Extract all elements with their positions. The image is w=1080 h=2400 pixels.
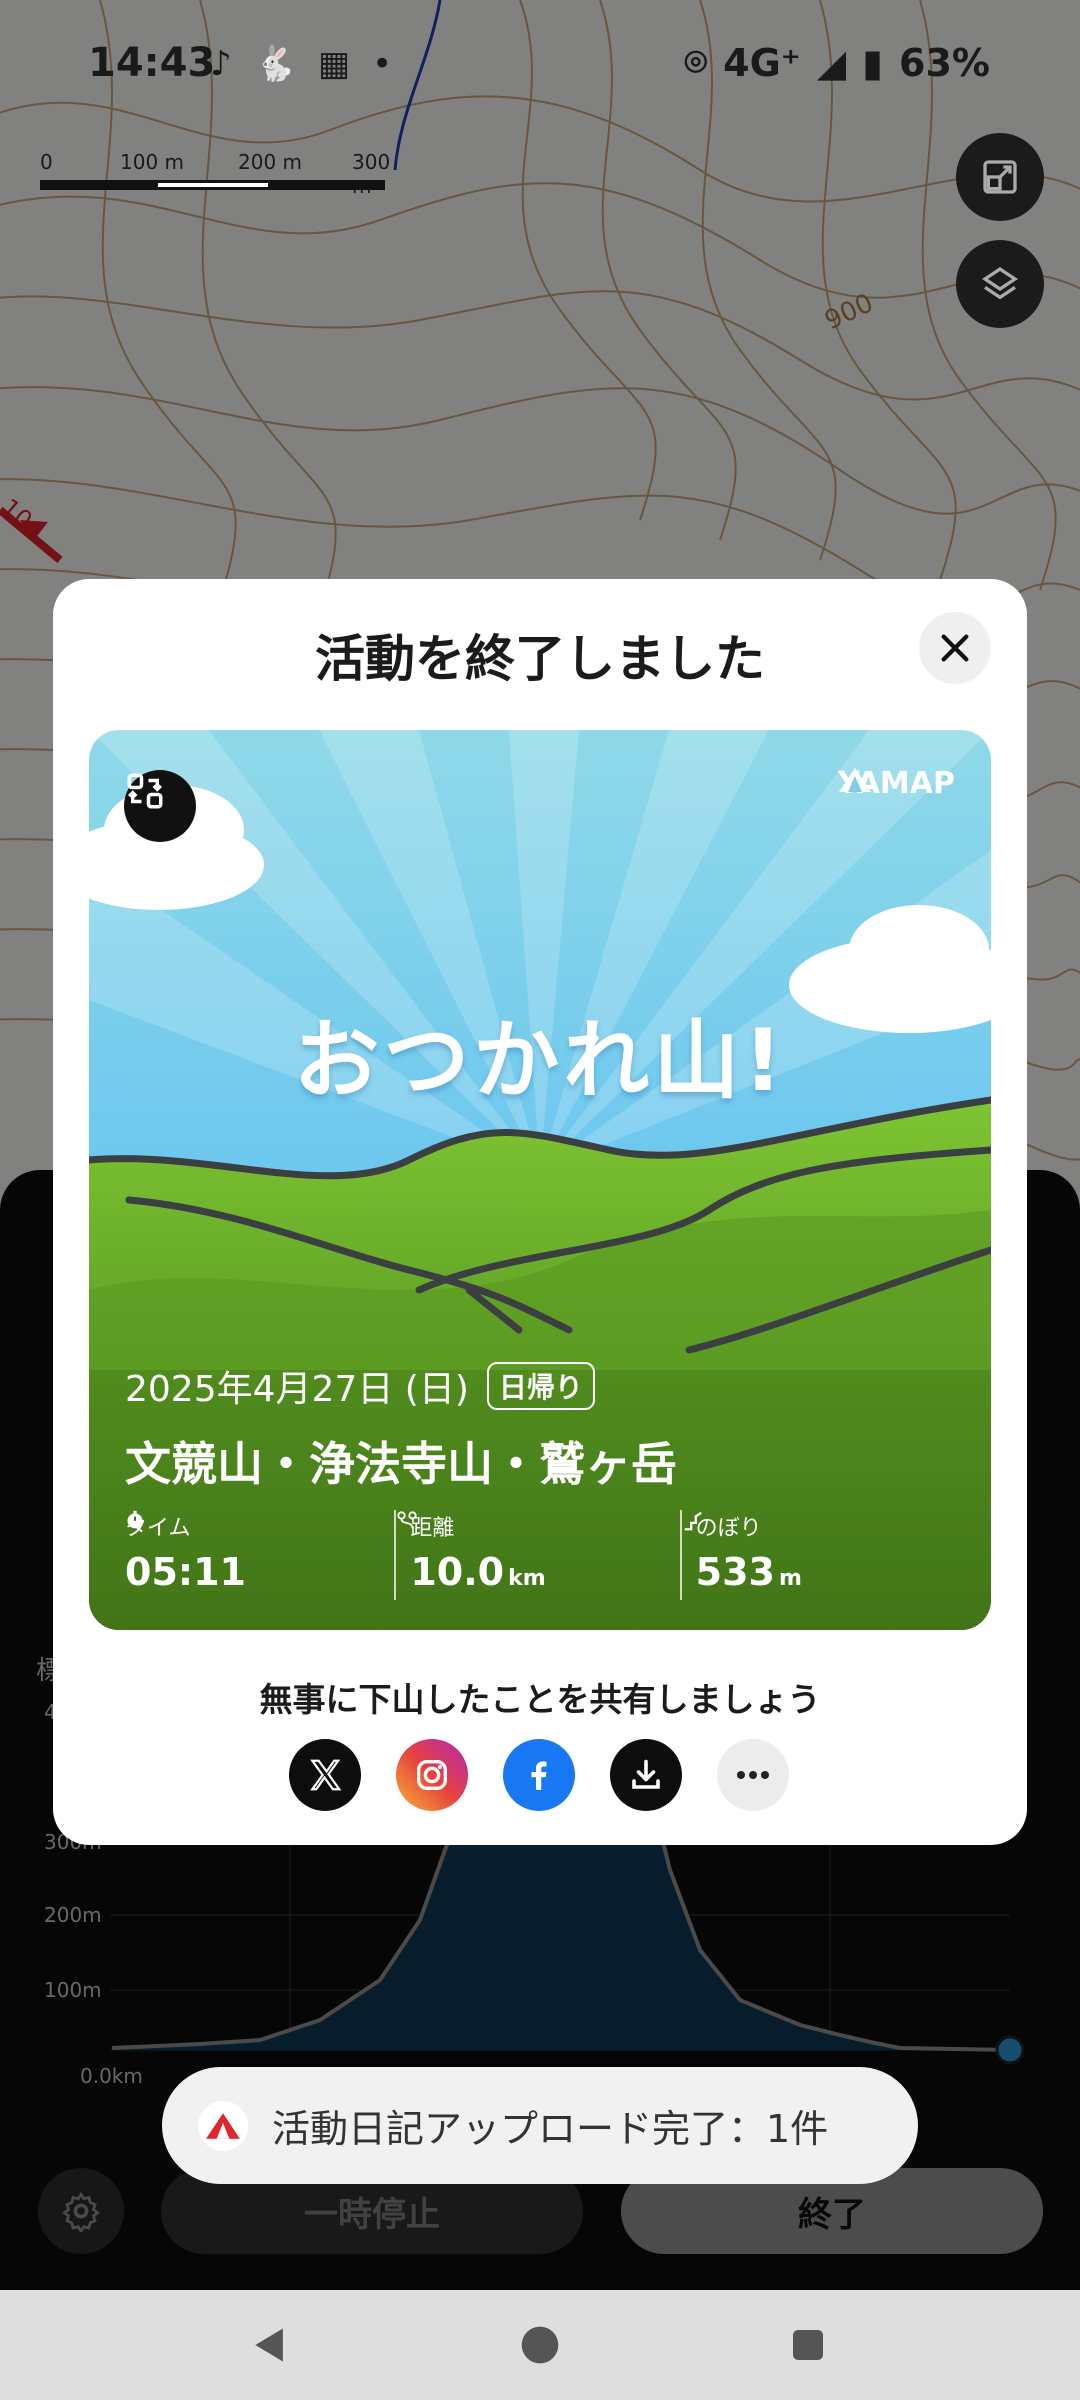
- more-dots-icon: [737, 1771, 769, 1779]
- ascent-icon: [684, 1511, 702, 1531]
- activity-finished-dialog: 活動を終了しました YAMAP おつかれ山! 2025年4月27日 (日) 日帰…: [53, 579, 1027, 1845]
- recents-square-icon: [793, 2330, 823, 2360]
- stat-distance-value: 10.0: [410, 1550, 505, 1594]
- stat-distance: 距離 10.0 km: [394, 1510, 679, 1600]
- status-right: ⌾ 4G⁺ ◢ ▮ 63%: [684, 40, 990, 85]
- back-triangle-icon: [255, 2328, 283, 2362]
- battery-percent: 63%: [899, 40, 990, 85]
- stat-time-value: 05:11: [125, 1550, 246, 1594]
- yamap-logo: YAMAP: [838, 766, 955, 801]
- yamap-app-icon: [198, 2100, 248, 2151]
- scale-label-100: 100 m: [120, 150, 185, 174]
- tiktok-icon: ♪: [210, 44, 232, 84]
- stat-distance-unit: km: [508, 1566, 546, 1591]
- scale-label-200: 200 m: [238, 150, 303, 174]
- activity-date: 2025年4月27日 (日): [125, 1369, 469, 1410]
- facebook-icon: [531, 1761, 547, 1790]
- scale-label-0: 0: [40, 150, 53, 174]
- map-expand-button[interactable]: [956, 133, 1044, 221]
- share-facebook-button[interactable]: [503, 1739, 575, 1811]
- expand-icon: [983, 160, 1017, 194]
- toast-message: 活動日記アップロード完了：1件: [272, 2107, 829, 2151]
- day-trip-badge: 日帰り: [486, 1362, 595, 1410]
- swap-icon: [127, 773, 163, 809]
- share-buttons: [289, 1739, 789, 1811]
- share-instagram-button[interactable]: [396, 1739, 468, 1811]
- scale-line: [40, 180, 385, 190]
- mountain-names: 文競山・浄法寺山・鷲ヶ岳: [125, 1437, 677, 1491]
- more-share-button[interactable]: [717, 1739, 789, 1811]
- stat-ascent: のぼり 533 m: [679, 1510, 965, 1600]
- activity-stats: タイム 05:11 距離 10.0 km のぼり 533 m: [125, 1510, 965, 1600]
- stopwatch-icon: [127, 1510, 143, 1529]
- summary-card: YAMAP おつかれ山! 2025年4月27日 (日) 日帰り 文競山・浄法寺山…: [89, 730, 991, 1630]
- notification-icons: ♪ 🐇 ▦ •: [210, 44, 392, 84]
- stat-ascent-unit: m: [778, 1566, 802, 1591]
- rabbit-icon: 🐇: [253, 44, 297, 84]
- distance-icon: [397, 1511, 417, 1529]
- status-time: 14:43: [88, 40, 216, 86]
- stat-time: タイム 05:11: [125, 1510, 394, 1600]
- status-bar: 14:43 ♪ 🐇 ▦ • ⌾ 4G⁺ ◢ ▮ 63%: [0, 0, 1080, 130]
- close-button[interactable]: [919, 612, 991, 684]
- activity-date-row: 2025年4月27日 (日) 日帰り: [125, 1360, 595, 1412]
- calendar-icon: ▦: [318, 44, 351, 84]
- close-icon: [941, 634, 969, 662]
- system-nav-bar: [0, 2290, 1080, 2400]
- dot-icon: •: [372, 44, 393, 84]
- scale-label-300: 300 m: [352, 150, 391, 198]
- stat-ascent-value: 533: [695, 1550, 775, 1594]
- nav-recents-button[interactable]: [773, 2310, 843, 2380]
- dialog-title: 活動を終了しました: [315, 630, 765, 688]
- stat-ascent-label: のぼり: [695, 1516, 762, 1541]
- yamap-logo-icon: [838, 768, 871, 792]
- location-icon: ⌾: [684, 40, 708, 84]
- share-prompt: 無事に下山したことを共有しましょう: [259, 1680, 821, 1719]
- x-logo-icon: [310, 1759, 342, 1791]
- download-button[interactable]: [610, 1739, 682, 1811]
- battery-icon: ▮: [862, 40, 884, 85]
- upload-toast: 活動日記アップロード完了：1件: [162, 2067, 918, 2184]
- download-icon: [632, 1759, 660, 1789]
- card-headline: おつかれ山!: [293, 1011, 787, 1111]
- network-type: 4G⁺: [723, 40, 801, 85]
- map-scale-bar: 0 100 m 200 m 300 m: [40, 150, 400, 198]
- instagram-icon: [417, 1760, 447, 1790]
- home-circle-icon: [521, 2326, 559, 2364]
- nav-back-button[interactable]: [235, 2310, 305, 2380]
- swap-design-button[interactable]: [124, 770, 196, 842]
- share-x-button[interactable]: [289, 1739, 361, 1811]
- map-layers-button[interactable]: [956, 240, 1044, 328]
- layers-icon: [981, 266, 1019, 300]
- card-illustration: [89, 730, 991, 1630]
- nav-home-button[interactable]: [505, 2310, 575, 2380]
- signal-icon: ◢: [816, 40, 847, 85]
